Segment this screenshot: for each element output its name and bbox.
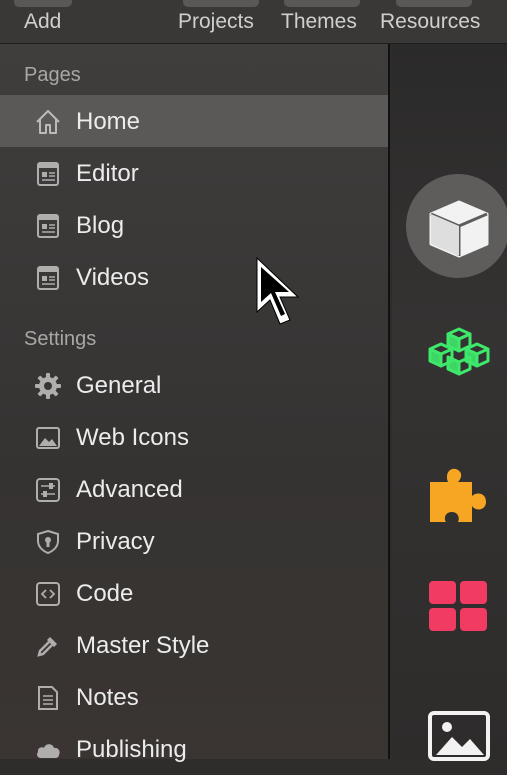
- sidebar-item-blog[interactable]: Blog: [0, 199, 388, 251]
- image-icon: [34, 424, 62, 452]
- sidebar-item-label: Code: [76, 580, 134, 607]
- blocks-icon[interactable]: [426, 327, 492, 379]
- puzzle-icon[interactable]: [428, 464, 490, 526]
- sidebar-item-label: Editor: [76, 160, 139, 187]
- settings-header: Settings: [24, 328, 97, 350]
- shield-icon: [34, 528, 62, 556]
- page-icon: [34, 212, 62, 240]
- top-toolbar: Add Projects Themes Resources: [0, 0, 507, 44]
- toolbar-themes-button[interactable]: Themes: [281, 10, 357, 34]
- eyedropper-icon: [34, 632, 62, 660]
- sidebar-item-label: Home: [76, 108, 141, 135]
- right-icon-panel: [392, 44, 507, 761]
- sidebar-item-publishing[interactable]: Publishing: [0, 723, 388, 775]
- toolbar-projects-button[interactable]: Projects: [178, 10, 254, 34]
- sidebar-item-advanced[interactable]: Advanced: [0, 463, 388, 515]
- image-icon[interactable]: [428, 711, 492, 761]
- projects-button-bezel: [183, 0, 259, 7]
- sidebar-item-label: Publishing: [76, 736, 187, 763]
- toolbar-add-button[interactable]: Add: [24, 10, 61, 34]
- sidebar-item-label: Notes: [76, 684, 139, 711]
- sidebar-item-editor[interactable]: Editor: [0, 147, 388, 199]
- gear-icon: [34, 372, 62, 400]
- toolbar-resources-button[interactable]: Resources: [380, 10, 480, 34]
- resources-button-bezel: [396, 0, 472, 7]
- cube-icon-selected-bg[interactable]: [406, 174, 507, 278]
- sidebar-item-general[interactable]: General: [0, 359, 388, 411]
- page-icon: [34, 160, 62, 188]
- pages-header: Pages: [24, 64, 81, 86]
- grid-icon[interactable]: [429, 581, 489, 633]
- cloud-icon: [34, 736, 62, 764]
- sidebar-item-label: Master Style: [76, 632, 210, 659]
- sidebar-item-home[interactable]: Home: [0, 95, 388, 147]
- sidebar-item-code[interactable]: Code: [0, 567, 388, 619]
- sliders-icon: [34, 476, 62, 504]
- sidebar-item-label: Advanced: [76, 476, 183, 503]
- sidebar: Pages Home Editor Blog Videos Settings G…: [0, 44, 390, 763]
- mouse-cursor-icon: [256, 256, 300, 325]
- page-icon: [34, 264, 62, 292]
- sidebar-item-privacy[interactable]: Privacy: [0, 515, 388, 567]
- sidebar-item-label: Blog: [76, 212, 125, 239]
- add-button-bezel: [14, 0, 72, 7]
- sidebar-item-master-style[interactable]: Master Style: [0, 619, 388, 671]
- cube-icon: [429, 200, 489, 258]
- sidebar-item-label: Videos: [76, 264, 149, 291]
- notes-icon: [34, 684, 62, 712]
- sidebar-item-label: Privacy: [76, 528, 155, 555]
- themes-button-bezel: [284, 0, 360, 7]
- sidebar-item-label: Web Icons: [76, 424, 189, 451]
- code-icon: [34, 580, 62, 608]
- sidebar-item-label: General: [76, 372, 162, 399]
- home-icon: [34, 108, 62, 136]
- sidebar-item-notes[interactable]: Notes: [0, 671, 388, 723]
- sidebar-item-videos[interactable]: Videos: [0, 251, 388, 303]
- sidebar-item-web-icons[interactable]: Web Icons: [0, 411, 388, 463]
